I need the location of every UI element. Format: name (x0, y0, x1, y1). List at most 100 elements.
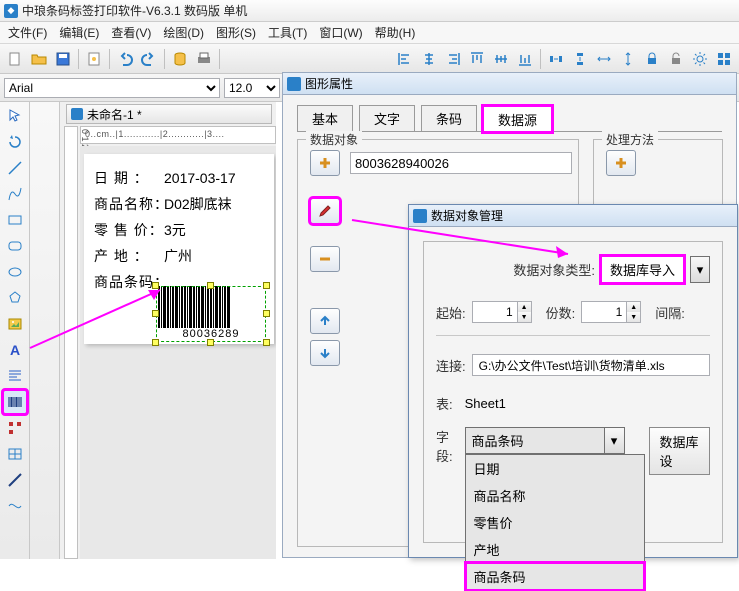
menu-bar: 文件(F) 编辑(E) 查看(V) 绘图(D) 图形(S) 工具(T) 窗口(W… (0, 22, 739, 44)
ruler-horizontal (80, 126, 276, 144)
tab-text[interactable]: 文字 (359, 105, 415, 131)
label-price-row: 零 售 价：3元 (94, 220, 264, 240)
image-tool[interactable] (3, 312, 27, 336)
print-button[interactable] (193, 48, 215, 70)
window-title: 中琅条码标签打印软件-V6.3.1 数码版 单机 (22, 2, 247, 19)
line2-tool[interactable] (3, 468, 27, 492)
pointer-tool[interactable] (3, 104, 27, 128)
align-middle-button[interactable] (490, 48, 512, 70)
save-button[interactable] (52, 48, 74, 70)
menu-shape[interactable]: 图形(S) (210, 22, 262, 43)
field-arrow-icon[interactable]: ▾ (605, 427, 625, 454)
data-object-legend: 数据对象 (306, 131, 362, 148)
db-button[interactable] (169, 48, 191, 70)
process-legend: 处理方法 (602, 131, 658, 148)
field-dropdown-list: 日期 商品名称 零售价 产地 商品条码 (465, 454, 645, 591)
settings-button[interactable] (689, 48, 711, 70)
rich-text-tool[interactable] (3, 364, 27, 388)
label-date-row: 日 期 ：2017-03-17 (94, 168, 264, 188)
rotate-tool[interactable] (3, 130, 27, 154)
grid-button[interactable] (713, 48, 735, 70)
pen-tool[interactable] (3, 494, 27, 518)
field-dropdown[interactable]: 商品条码 ▾ 日期 商品名称 零售价 产地 商品条码 (465, 427, 625, 454)
title-bar: ◆ 中琅条码标签打印软件-V6.3.1 数码版 单机 (0, 0, 739, 22)
move-up-button[interactable] (310, 308, 340, 334)
main-toolbar (0, 44, 739, 74)
ruler-vertical: 0 1 2 3 4 5 6 (64, 126, 78, 559)
same-height-button[interactable] (617, 48, 639, 70)
copies-label: 份数: (546, 303, 576, 322)
font-name-combo[interactable]: Arial (4, 78, 220, 98)
add-data-button[interactable] (310, 150, 340, 176)
svg-text:A: A (10, 342, 20, 358)
barcode-tool[interactable] (3, 390, 27, 414)
align-left-button[interactable] (394, 48, 416, 70)
menu-file[interactable]: 文件(F) (2, 22, 53, 43)
type-value: 数据库导入 (601, 256, 684, 283)
dialog-title-bar[interactable]: 数据对象管理 (409, 205, 737, 227)
doc-icon (71, 108, 83, 120)
dialog-title: 数据对象管理 (431, 207, 503, 224)
open-button[interactable] (28, 48, 50, 70)
properties-title-bar[interactable]: 图形属性 (283, 73, 736, 95)
align-bottom-button[interactable] (514, 48, 536, 70)
barcode-object[interactable]: 80036289 (156, 286, 266, 342)
field-option[interactable]: 商品名称 (466, 482, 644, 509)
conn-value[interactable]: G:\办公文件\Test\培训\货物清单.xls (472, 354, 710, 376)
tool-palette: A (0, 102, 30, 559)
line-tool[interactable] (3, 156, 27, 180)
start-spinner[interactable]: ▲▼ (472, 301, 532, 323)
text-tool[interactable]: A (3, 338, 27, 362)
redo-button[interactable] (138, 48, 160, 70)
label-name-row: 商品名称：D02脚底袜 (94, 194, 264, 214)
table-tool[interactable] (3, 442, 27, 466)
remove-data-button[interactable] (310, 246, 340, 272)
page-setup-button[interactable] (83, 48, 105, 70)
app-icon: ◆ (4, 4, 18, 18)
new-button[interactable] (4, 48, 26, 70)
ellipse-tool[interactable] (3, 260, 27, 284)
align-right-button[interactable] (442, 48, 464, 70)
same-width-button[interactable] (593, 48, 615, 70)
font-size-combo[interactable]: 12.0 (224, 78, 280, 98)
tab-datasource[interactable]: 数据源 (483, 106, 552, 132)
data-object-dialog: 数据对象管理 数据对象类型: 数据库导入 ▾ 起始: ▲▼ 份数: ▲▼ 间隔:… (408, 204, 738, 558)
align-top-button[interactable] (466, 48, 488, 70)
align-center-button[interactable] (418, 48, 440, 70)
type-dropdown-arrow[interactable]: ▾ (690, 256, 710, 283)
tab-barcode[interactable]: 条码 (421, 105, 477, 131)
rect-tool[interactable] (3, 208, 27, 232)
menu-tool[interactable]: 工具(T) (262, 22, 313, 43)
lock-button[interactable] (641, 48, 663, 70)
menu-window[interactable]: 窗口(W) (313, 22, 368, 43)
distribute-v-button[interactable] (569, 48, 591, 70)
move-down-button[interactable] (310, 340, 340, 366)
menu-help[interactable]: 帮助(H) (369, 22, 422, 43)
tab-basic[interactable]: 基本 (297, 105, 353, 131)
menu-draw[interactable]: 绘图(D) (157, 22, 210, 43)
doc-title-bar: 未命名-1 * (66, 104, 272, 124)
data-value-display[interactable]: 8003628940026 (350, 152, 572, 174)
conn-label: 连接: (436, 356, 466, 375)
menu-edit[interactable]: 编辑(E) (53, 22, 105, 43)
undo-button[interactable] (114, 48, 136, 70)
type-combo[interactable]: 数据库导入 ▾ (601, 256, 710, 283)
field-option-selected[interactable]: 商品条码 (466, 563, 644, 590)
add-process-button[interactable] (606, 150, 636, 176)
menu-view[interactable]: 查看(V) (105, 22, 157, 43)
label-page[interactable]: 日 期 ：2017-03-17 商品名称：D02脚底袜 零 售 价：3元 产 地… (84, 154, 274, 344)
field-option[interactable]: 日期 (466, 455, 644, 482)
field-label: 字段: (436, 427, 459, 465)
copies-spinner[interactable]: ▲▼ (581, 301, 641, 323)
edit-data-button[interactable] (310, 198, 340, 224)
unlock-button[interactable] (665, 48, 687, 70)
table-label: 表: (436, 394, 453, 413)
label-origin-row: 产 地 ：广州 (94, 246, 264, 266)
field-option[interactable]: 零售价 (466, 509, 644, 536)
polygon-tool[interactable] (3, 286, 27, 310)
curve-tool[interactable] (3, 182, 27, 206)
distribute-h-button[interactable] (545, 48, 567, 70)
qr-tool[interactable] (3, 416, 27, 440)
db-setup-button[interactable]: 数据库设 (649, 427, 711, 475)
roundrect-tool[interactable] (3, 234, 27, 258)
